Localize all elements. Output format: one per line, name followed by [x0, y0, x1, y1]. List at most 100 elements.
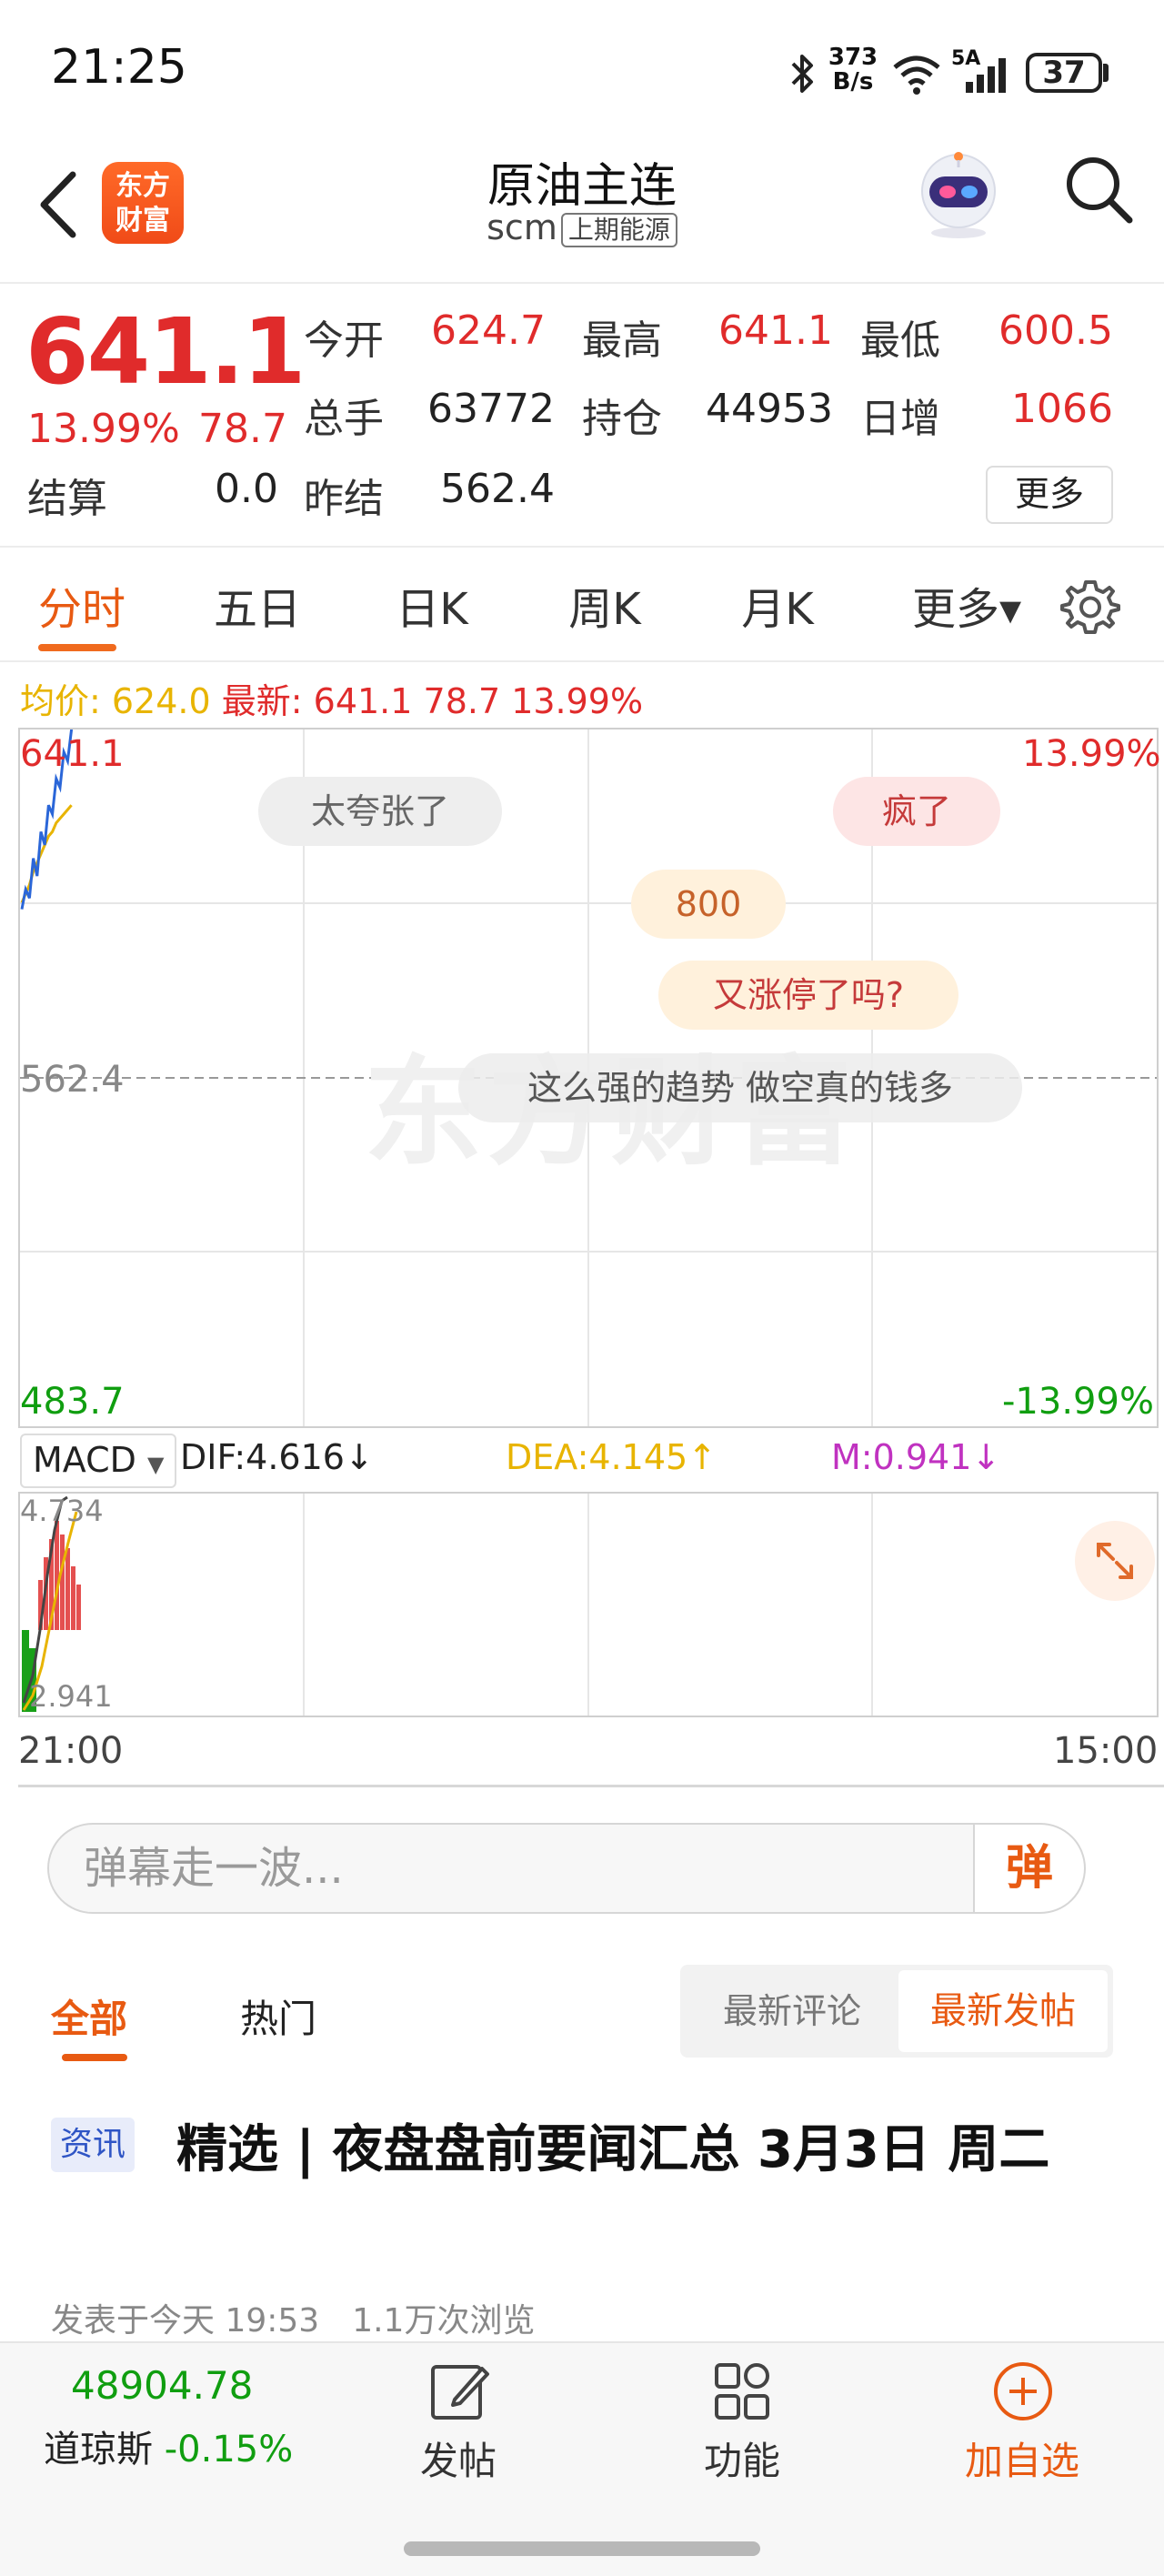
tab-daily-k[interactable]: 日K	[382, 573, 482, 637]
battery-tip	[1103, 64, 1109, 82]
back-button[interactable]	[27, 164, 91, 246]
open-interest-label: 持仓	[582, 396, 662, 442]
logo-text-top: 东方	[115, 170, 170, 202]
settle-label: 结算	[27, 476, 107, 522]
y-axis-top-label: 641.1	[20, 733, 125, 775]
danmaku-bubble: 800	[631, 870, 786, 939]
grid-apps-icon[interactable]	[711, 2360, 775, 2423]
feed-tab-hot[interactable]: 热门	[240, 1988, 316, 2044]
active-tab-underline	[38, 644, 116, 651]
tab-monthly-k[interactable]: 月K	[728, 573, 828, 637]
functions-button[interactable]: 功能	[651, 2430, 833, 2486]
macd-chart[interactable]	[18, 1492, 1159, 1717]
status-time: 21:25	[51, 40, 187, 95]
daily-increase-value: 1066	[1011, 386, 1113, 432]
robot-assistant-icon[interactable]	[911, 146, 1006, 240]
tabs-divider	[0, 660, 1164, 662]
edit-icon[interactable]	[427, 2360, 491, 2423]
net-speed-value: 373	[828, 44, 878, 71]
pct-axis-top-label: 13.99%	[1022, 733, 1161, 775]
latest-price-label: 最新: 641.1 78.7 13.99%	[221, 681, 644, 721]
sort-latest-comment[interactable]: 最新评论	[691, 1976, 893, 2047]
prev-settle-label: 昨结	[304, 476, 384, 522]
bluetooth-icon	[791, 55, 813, 93]
feed-tab-all[interactable]: 全部	[51, 1988, 127, 2044]
y-axis-mid-label: 562.4	[20, 1059, 125, 1101]
macd-chart-svg	[22, 1494, 873, 1716]
expand-icon[interactable]	[1075, 1521, 1155, 1601]
tab-five-day[interactable]: 五日	[207, 573, 307, 637]
summary-divider	[0, 546, 1164, 548]
add-circle-icon[interactable]	[991, 2360, 1055, 2423]
add-watchlist-button[interactable]: 加自选	[931, 2430, 1113, 2486]
net-speed-unit: B/s	[832, 68, 874, 96]
news-tag: 资讯	[51, 2118, 135, 2172]
open-value: 624.7	[431, 307, 546, 354]
high-label: 最高	[582, 317, 662, 364]
logo-text-bottom: 财富	[115, 205, 170, 236]
danmaku-send-button[interactable]: 弹	[973, 1823, 1086, 1914]
daily-increase-label: 日增	[860, 396, 940, 442]
open-label: 今开	[304, 317, 384, 364]
news-meta: 发表于今天 19:53 1.1万次浏览	[51, 2302, 536, 2340]
low-label: 最低	[860, 317, 940, 364]
danmaku-bubble: 这么强的趋势 做空真的钱多	[458, 1053, 1022, 1122]
battery-indicator: 37	[1026, 53, 1102, 93]
macd-dif-label: DIF:4.616↓	[180, 1437, 374, 1477]
danmaku-bubble: 又涨停了吗?	[658, 961, 958, 1030]
instrument-code: scm	[487, 207, 557, 247]
danmaku-bubble: 疯了	[833, 777, 1000, 846]
macd-top-label: 4.734	[20, 1494, 104, 1528]
y-axis-bottom-label: 483.7	[20, 1381, 125, 1423]
index-change: -0.15%	[164, 2429, 294, 2470]
macd-m-label: M:0.941↓	[831, 1437, 1001, 1477]
expand-arrows-icon	[1097, 1543, 1133, 1579]
header-divider	[0, 282, 1164, 284]
index-name: 道琼斯	[44, 2429, 153, 2470]
change-value: 78.7	[198, 406, 287, 452]
page-title: 原油主连	[487, 159, 677, 214]
indicator-select[interactable]: MACD ▼	[20, 1434, 176, 1488]
average-price-label: 均价: 624.0	[20, 681, 211, 721]
app-logo[interactable]: 东方 财富	[102, 162, 184, 244]
index-value[interactable]: 48904.78	[71, 2363, 253, 2408]
more-quote-button[interactable]: 更多	[986, 466, 1113, 524]
pct-axis-bottom-label: -13.99%	[1002, 1381, 1154, 1423]
volume-label: 总手	[304, 396, 384, 442]
settle-value: 0.0	[215, 466, 278, 512]
last-price: 641.1	[25, 298, 306, 405]
instrument-subtitle: scm 上期能源	[400, 207, 764, 247]
low-value: 600.5	[998, 307, 1113, 354]
macd-dea-label: DEA:4.145↑	[506, 1437, 717, 1477]
tab-more-dropdown[interactable]: 更多▾	[898, 573, 1035, 637]
x-axis-start-label: 21:00	[18, 1730, 124, 1772]
open-interest-value: 44953	[706, 386, 833, 432]
index-ticker[interactable]: 道琼斯 -0.15%	[44, 2420, 293, 2472]
macd-bottom-label: 2.941	[29, 1679, 113, 1714]
danmaku-send-label: 弹	[1005, 1841, 1053, 1896]
high-value: 641.1	[718, 307, 833, 354]
post-button[interactable]: 发帖	[367, 2430, 549, 2486]
sort-latest-post[interactable]: 最新发帖	[898, 1970, 1108, 2052]
chevron-down-icon: ▼	[147, 1452, 165, 1477]
x-axis-end-label: 15:00	[1053, 1730, 1159, 1772]
news-title[interactable]: 精选 | 夜盘盘前要闻汇总 3月3日 周二	[51, 2107, 1115, 2194]
home-indicator[interactable]	[404, 2541, 760, 2556]
indicator-select-value: MACD	[33, 1440, 136, 1480]
network-speed: 373 B/s	[826, 45, 880, 95]
prev-settle-value: 562.4	[440, 466, 555, 512]
wifi-icon	[893, 55, 940, 95]
tab-weekly-k[interactable]: 周K	[555, 573, 655, 637]
gear-icon[interactable]	[1059, 575, 1122, 639]
signal-icon	[966, 58, 1006, 93]
change-percent: 13.99%	[27, 406, 180, 452]
danmaku-input[interactable]: 弹幕走一波...	[47, 1823, 977, 1914]
tab-intraday[interactable]: 分时	[36, 573, 127, 637]
exchange-tag: 上期能源	[560, 212, 677, 247]
search-icon[interactable]	[1062, 153, 1135, 226]
price-info-line: 均价: 624.0 最新: 641.1 78.7 13.99%	[20, 673, 643, 723]
volume-value: 63772	[427, 386, 555, 432]
danmaku-bubble: 太夸张了	[258, 777, 502, 846]
feed-tab-underline	[62, 2054, 127, 2061]
chart-bottom-divider	[18, 1785, 1164, 1787]
